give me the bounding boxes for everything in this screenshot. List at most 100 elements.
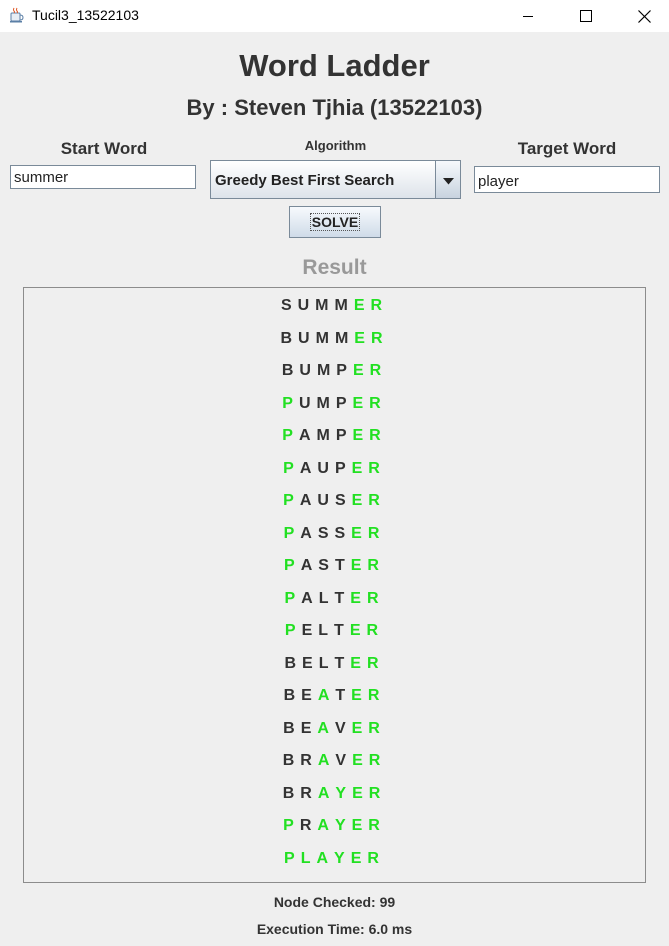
- word-letter: E: [354, 329, 371, 347]
- word-letter: E: [302, 654, 319, 672]
- word-letter: E: [301, 687, 318, 704]
- word-letter: L: [300, 849, 317, 867]
- algorithm-select[interactable]: Greedy Best First Search: [210, 160, 461, 199]
- word-letter: E: [351, 817, 369, 834]
- word-letter: P: [284, 849, 301, 867]
- word-letter: R: [368, 459, 386, 477]
- start-word-input[interactable]: [10, 165, 196, 189]
- word-letter: E: [351, 719, 369, 737]
- word-letter: P: [284, 589, 302, 607]
- word-letter: A: [317, 817, 335, 834]
- dropdown-arrow-button[interactable]: [435, 161, 460, 198]
- word-letter: E: [350, 654, 367, 672]
- close-button[interactable]: [621, 0, 667, 32]
- word-letter: E: [351, 492, 369, 509]
- word-letter: R: [366, 654, 385, 672]
- target-word-label: Target Word: [517, 139, 617, 158]
- word-row: PASTER: [24, 557, 645, 575]
- word-letter: E: [300, 719, 318, 737]
- word-letter: R: [300, 784, 318, 802]
- word-letter: P: [282, 427, 299, 444]
- word-letter: T: [334, 622, 350, 639]
- word-letter: R: [366, 622, 385, 639]
- word-letter: P: [283, 492, 300, 509]
- close-icon: [637, 9, 651, 23]
- word-letter: S: [317, 524, 335, 542]
- word-row: BEATER: [24, 687, 645, 705]
- word-letter: U: [317, 492, 335, 509]
- word-letter: M: [316, 362, 337, 379]
- word-row: BRAYER: [24, 785, 645, 803]
- execution-time-text: Execution Time: 6.0 ms: [256, 921, 413, 937]
- node-checked-text: Node Checked: 99: [273, 894, 396, 910]
- solve-button[interactable]: SOLVE: [289, 206, 381, 238]
- maximize-button[interactable]: [563, 0, 609, 32]
- window-title: Tucil3_13522103: [32, 7, 139, 23]
- word-letter: A: [317, 752, 336, 769]
- word-letter: E: [301, 622, 319, 639]
- solve-button-label: SOLVE: [309, 213, 361, 231]
- word-letter: R: [300, 752, 318, 769]
- word-letter: A: [298, 427, 317, 444]
- word-row: BUMMER: [24, 330, 645, 348]
- word-letter: L: [318, 622, 335, 639]
- word-letter: E: [351, 524, 368, 542]
- word-row: PELTER: [24, 622, 645, 640]
- word-letter: R: [368, 817, 386, 834]
- word-letter: R: [367, 849, 385, 867]
- word-row: PLAYER: [24, 850, 645, 868]
- algorithm-label: Algorithm: [304, 138, 367, 153]
- word-letter: S: [280, 297, 298, 314]
- word-letter: U: [298, 329, 316, 347]
- word-letter: R: [368, 752, 387, 769]
- word-letter: R: [367, 524, 386, 542]
- word-letter: B: [283, 687, 302, 704]
- word-letter: E: [350, 849, 368, 867]
- word-letter: E: [352, 427, 370, 444]
- word-letter: A: [317, 784, 336, 802]
- word-letter: L: [318, 589, 335, 607]
- word-row: PAMPER: [24, 427, 645, 445]
- word-letter: A: [300, 557, 319, 574]
- word-letter: P: [283, 817, 300, 834]
- word-row: PUMPER: [24, 395, 645, 413]
- target-word-input[interactable]: [474, 166, 660, 193]
- word-letter: P: [284, 622, 302, 639]
- result-heading: Result: [302, 256, 367, 279]
- result-panel[interactable]: SUMMER BUMMER BUMPER PUMPER PAMPER PAUPER PAUS…: [23, 287, 646, 883]
- page-title: Word Ladder: [239, 48, 430, 83]
- word-letter: B: [282, 784, 301, 802]
- minimize-icon: [522, 10, 534, 22]
- word-letter: E: [350, 557, 368, 574]
- word-letter: E: [351, 459, 369, 477]
- word-letter: S: [334, 524, 352, 542]
- word-letter: A: [316, 849, 335, 867]
- word-letter: M: [316, 427, 336, 444]
- word-letter: M: [334, 297, 354, 314]
- word-letter: P: [282, 394, 299, 412]
- word-letter: R: [369, 394, 387, 412]
- word-letter: S: [318, 557, 335, 574]
- minimize-button[interactable]: [505, 0, 551, 32]
- word-letter: P: [336, 362, 353, 379]
- word-letter: T: [334, 557, 351, 574]
- word-letter: R: [299, 817, 318, 834]
- word-letter: P: [335, 394, 353, 412]
- word-letter: M: [316, 394, 336, 412]
- word-letter: R: [370, 329, 389, 347]
- word-row: PAUPER: [24, 460, 645, 478]
- word-letter: U: [317, 459, 335, 477]
- word-letter: E: [353, 297, 371, 314]
- word-letter: Y: [334, 849, 351, 867]
- maximize-icon: [580, 10, 592, 22]
- page-subtitle: By : Steven Tjhia (13522103): [186, 95, 483, 120]
- word-row: BRAVER: [24, 752, 645, 770]
- word-letter: M: [315, 297, 335, 314]
- word-letter: B: [284, 654, 303, 672]
- word-letter: A: [301, 589, 319, 607]
- word-letter: P: [335, 427, 353, 444]
- word-letter: P: [283, 524, 301, 542]
- word-letter: A: [317, 719, 335, 737]
- word-letter: A: [317, 687, 336, 704]
- word-row: PRAYER: [24, 817, 645, 835]
